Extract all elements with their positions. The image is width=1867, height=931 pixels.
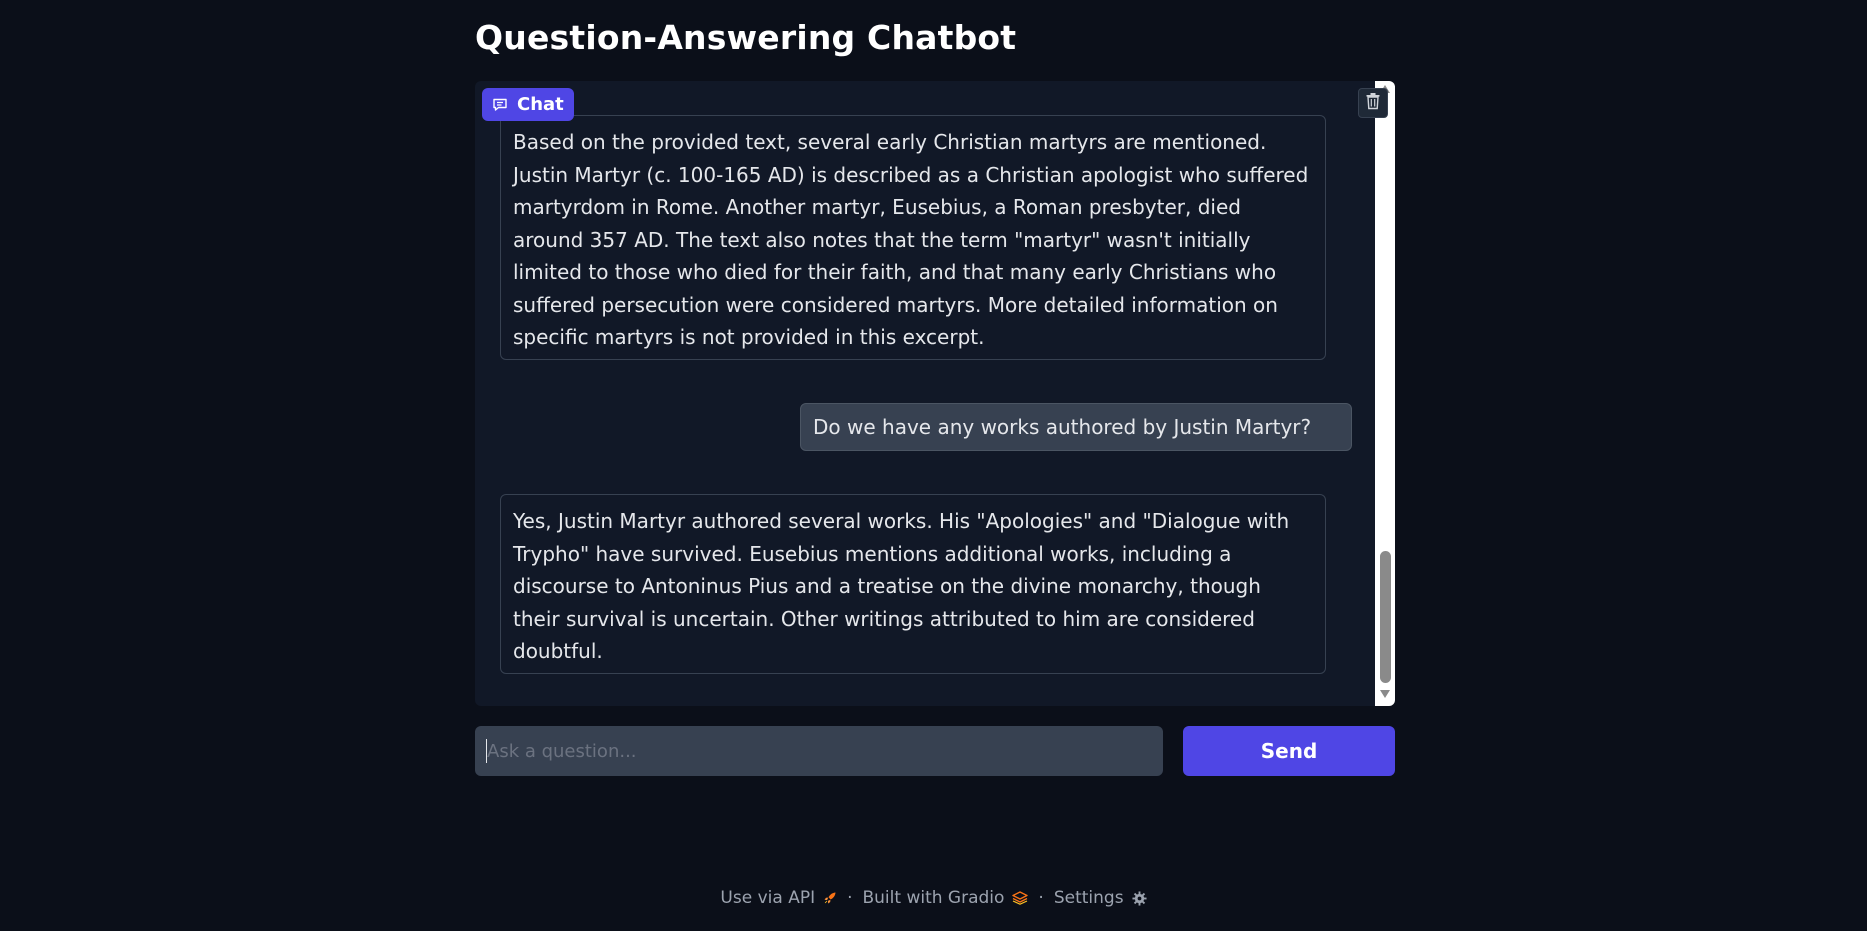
trash-icon xyxy=(1365,92,1381,114)
built-with-gradio-link[interactable]: Built with Gradio xyxy=(863,888,1029,908)
footer-settings-label: Settings xyxy=(1053,888,1124,908)
page-title: Question-Answering Chatbot xyxy=(475,18,1017,57)
footer-api-label: Use via API xyxy=(720,888,816,908)
chatbot-panel: Chat Based on the provided text, several… xyxy=(475,81,1395,706)
chatbot-label: Chat xyxy=(482,88,574,121)
clear-chat-button[interactable] xyxy=(1358,88,1388,118)
question-input[interactable] xyxy=(475,726,1163,776)
chatbot-label-text: Chat xyxy=(517,94,564,115)
bot-message: Based on the provided text, several earl… xyxy=(500,115,1326,360)
footer-separator: · xyxy=(847,888,853,908)
input-row: Send xyxy=(475,726,1395,776)
scrollbar-thumb[interactable] xyxy=(1380,551,1391,683)
gradio-logo-icon xyxy=(1012,891,1029,905)
rocket-icon xyxy=(823,891,837,905)
gear-icon xyxy=(1132,890,1147,906)
chat-bubble-icon xyxy=(492,97,508,113)
chat-scrollbar[interactable] xyxy=(1375,81,1395,706)
footer-built-label: Built with Gradio xyxy=(862,888,1005,908)
send-button[interactable]: Send xyxy=(1183,726,1395,776)
scroll-down-arrow-icon[interactable] xyxy=(1380,690,1390,698)
message-list: Based on the provided text, several earl… xyxy=(475,81,1375,706)
text-caret xyxy=(486,739,487,763)
user-message: Do we have any works authored by Justin … xyxy=(800,403,1352,451)
settings-link[interactable]: Settings xyxy=(1054,888,1147,908)
footer: Use via API · Built with Gradio · Settin… xyxy=(0,888,1867,908)
bot-message: Yes, Justin Martyr authored several work… xyxy=(500,494,1326,674)
use-via-api-link[interactable]: Use via API xyxy=(720,888,837,908)
footer-separator: · xyxy=(1038,888,1044,908)
